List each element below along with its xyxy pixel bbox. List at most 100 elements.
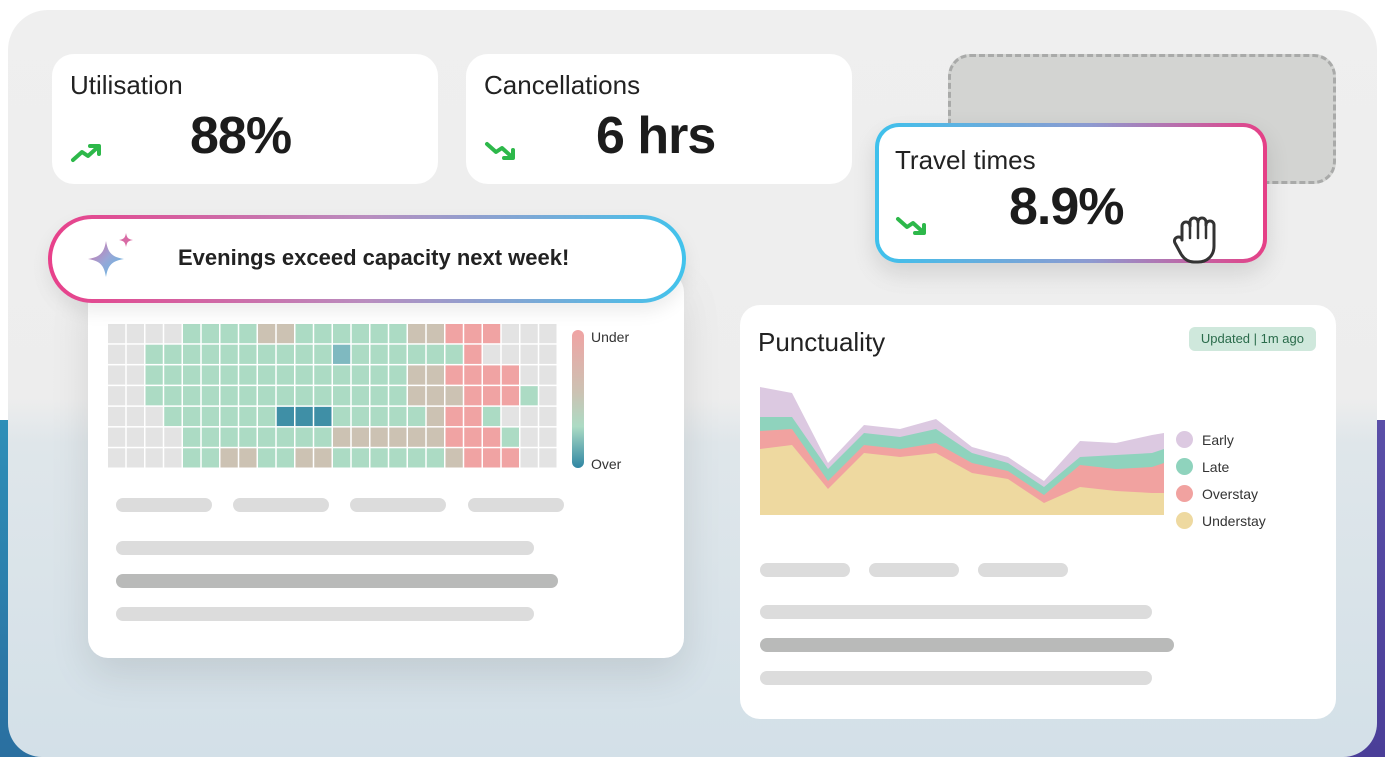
heatmap-cell xyxy=(539,365,557,385)
kpi-label: Cancellations xyxy=(484,70,641,100)
heatmap-cell xyxy=(520,324,538,344)
heatmap-cell xyxy=(183,344,201,364)
heatmap-cell xyxy=(126,324,144,344)
heatmap-cell xyxy=(258,324,276,344)
heatmap-cell xyxy=(314,427,332,447)
heatmap-cell xyxy=(295,448,313,468)
heatmap-cell xyxy=(164,386,182,406)
heatmap-cell xyxy=(333,406,351,427)
heatmap-cell xyxy=(295,386,313,406)
trend-up-icon xyxy=(71,144,101,162)
heatmap-cell xyxy=(220,344,238,364)
placeholder-bar xyxy=(978,563,1068,577)
placeholder-bar xyxy=(760,671,1152,685)
heatmap-cell xyxy=(183,448,201,468)
status-badge: Updated | 1m ago xyxy=(1188,327,1316,351)
heatmap-cell xyxy=(445,344,463,364)
heatmap-cell xyxy=(258,344,276,364)
heatmap-cell xyxy=(426,324,444,344)
heatmap-cell xyxy=(483,448,501,468)
heatmap-cell xyxy=(164,448,182,468)
heatmap-cell xyxy=(201,324,219,344)
heatmap-cell xyxy=(201,406,219,427)
kpi-value: 8.9% xyxy=(1009,178,1125,236)
heatmap-cell xyxy=(183,427,201,447)
heatmap-cell xyxy=(408,365,426,385)
kpi-card-cancellations[interactable]: Cancellations 6 hrs xyxy=(466,54,852,184)
heatmap-cell xyxy=(464,386,482,406)
heatmap-cell xyxy=(145,386,163,406)
heatmap-cell xyxy=(389,406,407,427)
heatmap-cell xyxy=(408,386,426,406)
legend-label: Late xyxy=(1202,459,1230,475)
heatmap-cell xyxy=(239,427,257,447)
heatmap-cell xyxy=(389,448,407,468)
scale-label-high: Under xyxy=(591,329,630,345)
heatmap-cell xyxy=(145,427,163,447)
hand-cursor-icon xyxy=(1173,216,1216,264)
heatmap-cell xyxy=(220,365,238,385)
heatmap-cell xyxy=(351,448,369,468)
heatmap-cell xyxy=(201,344,219,364)
heatmap-cell xyxy=(370,386,388,406)
heatmap-cell xyxy=(220,448,238,468)
heatmap-cell xyxy=(276,448,294,468)
heatmap-cell xyxy=(295,344,313,364)
heatmap-cell xyxy=(333,344,351,364)
dashboard-frame: Utilisation 88% Cancellations 6 hrs Trav… xyxy=(8,10,1377,757)
heatmap-cell xyxy=(295,365,313,385)
insight-alert[interactable]: Evenings exceed capacity next week! xyxy=(48,215,686,303)
heatmap-cell xyxy=(501,427,519,447)
heatmap-cell xyxy=(520,386,538,406)
heatmap-cell xyxy=(183,324,201,344)
heatmap-cell xyxy=(539,386,557,406)
heatmap-cell xyxy=(276,344,294,364)
heatmap-cell xyxy=(370,448,388,468)
heatmap-cell xyxy=(145,406,163,427)
heatmap-cell xyxy=(408,427,426,447)
heatmap-cell xyxy=(145,448,163,468)
heatmap-cell xyxy=(295,406,313,427)
heatmap-cell xyxy=(464,427,482,447)
placeholder-bar xyxy=(350,498,446,512)
heatmap-cell xyxy=(501,406,519,427)
heatmap-cell xyxy=(389,365,407,385)
heatmap-cell xyxy=(108,427,126,447)
heatmap-cell xyxy=(389,324,407,344)
heatmap-cell xyxy=(351,427,369,447)
kpi-card-utilisation[interactable]: Utilisation 88% xyxy=(52,54,438,184)
heatmap-cell xyxy=(426,427,444,447)
legend-swatch xyxy=(1176,512,1193,529)
heatmap-cell xyxy=(239,386,257,406)
placeholder-bar xyxy=(468,498,564,512)
heatmap-grid xyxy=(108,324,557,468)
heatmap-cell xyxy=(464,344,482,364)
heatmap-cell xyxy=(145,344,163,364)
heatmap-cell xyxy=(351,324,369,344)
placeholder-bar xyxy=(116,574,558,588)
heatmap-cell xyxy=(483,427,501,447)
heatmap-cell xyxy=(539,448,557,468)
heatmap-cell xyxy=(314,344,332,364)
heatmap-cell xyxy=(164,344,182,364)
heatmap-cell xyxy=(220,386,238,406)
heatmap-cell xyxy=(239,344,257,364)
heatmap-cell xyxy=(445,386,463,406)
heatmap-cell xyxy=(445,427,463,447)
heatmap-card: Under Over xyxy=(88,272,684,658)
legend-swatch xyxy=(1176,431,1193,448)
heatmap-cell xyxy=(314,448,332,468)
heatmap-cell xyxy=(258,406,276,427)
heatmap-cell xyxy=(108,448,126,468)
heatmap-cell xyxy=(370,324,388,344)
heatmap-cell xyxy=(539,406,557,427)
heatmap-cell xyxy=(333,386,351,406)
heatmap-cell xyxy=(389,386,407,406)
heatmap-cell xyxy=(276,324,294,344)
heatmap-cell xyxy=(464,448,482,468)
heatmap-cell xyxy=(126,344,144,364)
heatmap-cell xyxy=(258,448,276,468)
heatmap-cell xyxy=(351,386,369,406)
heatmap-cell xyxy=(108,344,126,364)
heatmap-cell xyxy=(276,406,294,427)
